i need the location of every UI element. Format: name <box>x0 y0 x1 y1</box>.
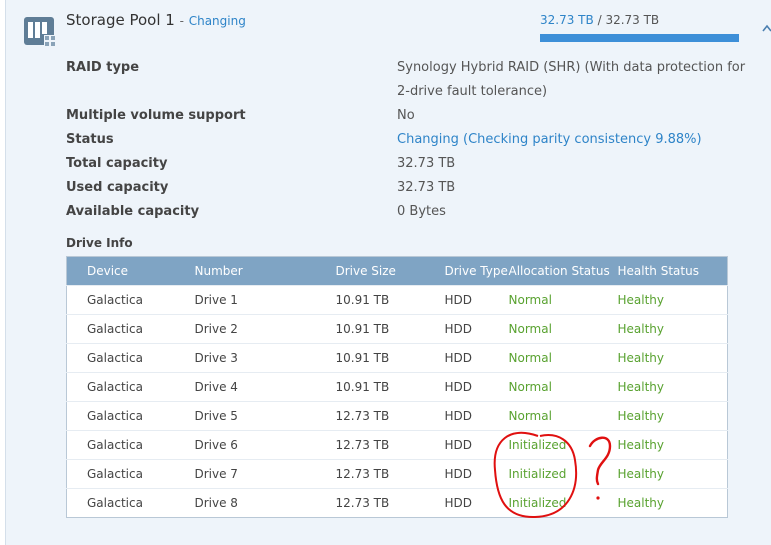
column-header-health-status[interactable]: Health Status <box>617 256 728 286</box>
raid-type-value-line2: 2-drive fault tolerance) <box>397 84 548 99</box>
table-row[interactable]: Galactica Drive 8 12.73 TB HDD Initializ… <box>66 488 728 518</box>
device-cell: Galactica <box>66 372 195 402</box>
total-capacity-value: 32.73 TB <box>397 156 456 171</box>
storage-pool-icon <box>24 17 56 47</box>
number-cell: Drive 3 <box>194 343 336 373</box>
size-cell: 12.73 TB <box>335 459 445 489</box>
device-cell: Galactica <box>66 430 195 460</box>
health-cell: Healthy <box>617 488 728 518</box>
used-capacity-label: Used capacity <box>66 180 169 195</box>
column-header-device[interactable]: Device <box>66 256 195 286</box>
table-row[interactable]: Galactica Drive 7 12.73 TB HDD Initializ… <box>66 459 728 489</box>
capacity-bar <box>540 34 739 42</box>
total-capacity-text: 32.73 TB <box>605 13 660 27</box>
type-cell: HDD <box>444 488 509 518</box>
type-cell: HDD <box>444 343 509 373</box>
type-cell: HDD <box>444 459 509 489</box>
used-capacity-value: 32.73 TB <box>397 180 456 195</box>
table-row[interactable]: Galactica Drive 6 12.73 TB HDD Initializ… <box>66 430 728 460</box>
device-cell: Galactica <box>66 401 195 431</box>
title-separator: - <box>179 14 184 28</box>
allocation-cell: Initialized <box>508 488 618 518</box>
status-value: Changing (Checking parity consistency 9.… <box>397 132 702 147</box>
raid-type-label: RAID type <box>66 60 140 75</box>
drive-info-title: Drive Info <box>66 236 133 250</box>
multi-volume-label: Multiple volume support <box>66 108 246 123</box>
health-cell: Healthy <box>617 285 728 315</box>
allocation-cell: Normal <box>508 401 618 431</box>
status-changing-link[interactable]: Changing <box>397 132 459 147</box>
device-cell: Galactica <box>66 459 195 489</box>
size-cell: 12.73 TB <box>335 430 445 460</box>
table-row[interactable]: Galactica Drive 5 12.73 TB HDD Normal He… <box>66 401 728 431</box>
type-cell: HDD <box>444 401 509 431</box>
column-header-number[interactable]: Number <box>194 256 336 286</box>
status-label: Status <box>66 132 114 147</box>
size-cell: 10.91 TB <box>335 285 445 315</box>
number-cell: Drive 8 <box>194 488 336 518</box>
column-header-drive-type[interactable]: Drive Type <box>444 256 509 286</box>
type-cell: HDD <box>444 314 509 344</box>
available-capacity-label: Available capacity <box>66 204 200 219</box>
device-cell: Galactica <box>66 314 195 344</box>
device-cell: Galactica <box>66 488 195 518</box>
chevron-up-icon[interactable] <box>762 24 771 32</box>
size-cell: 12.73 TB <box>335 401 445 431</box>
available-capacity-value: 0 Bytes <box>397 204 446 219</box>
used-capacity-text: 32.73 TB <box>540 13 594 27</box>
pool-state: Changing <box>188 14 246 28</box>
storage-pool-panel: Storage Pool 1 - Changing 32.73 TB / 32.… <box>5 0 771 545</box>
table-row[interactable]: Galactica Drive 3 10.91 TB HDD Normal He… <box>66 343 728 373</box>
table-row[interactable]: Galactica Drive 4 10.91 TB HDD Normal He… <box>66 372 728 402</box>
number-cell: Drive 5 <box>194 401 336 431</box>
table-header-row: Device Number Drive Size Drive Type Allo… <box>66 256 728 286</box>
capacity-separator: / <box>597 13 602 27</box>
number-cell: Drive 6 <box>194 430 336 460</box>
health-cell: Healthy <box>617 459 728 489</box>
drive-info-table: Device Number Drive Size Drive Type Allo… <box>66 256 728 518</box>
allocation-cell: Initialized <box>508 459 618 489</box>
health-cell: Healthy <box>617 401 728 431</box>
size-cell: 10.91 TB <box>335 314 445 344</box>
health-cell: Healthy <box>617 343 728 373</box>
health-cell: Healthy <box>617 314 728 344</box>
table-row[interactable]: Galactica Drive 1 10.91 TB HDD Normal He… <box>66 285 728 315</box>
size-cell: 12.73 TB <box>335 488 445 518</box>
type-cell: HDD <box>444 372 509 402</box>
pool-name: Storage Pool 1 <box>66 11 175 29</box>
table-row[interactable]: Galactica Drive 2 10.91 TB HDD Normal He… <box>66 314 728 344</box>
type-cell: HDD <box>444 430 509 460</box>
allocation-cell: Normal <box>508 314 618 344</box>
column-header-allocation-status[interactable]: Allocation Status <box>508 256 618 286</box>
number-cell: Drive 4 <box>194 372 336 402</box>
capacity-summary: 32.73 TB / 32.73 TB <box>540 13 659 27</box>
number-cell: Drive 1 <box>194 285 336 315</box>
allocation-cell: Normal <box>508 285 618 315</box>
size-cell: 10.91 TB <box>335 343 445 373</box>
column-header-drive-size[interactable]: Drive Size <box>335 256 445 286</box>
allocation-cell: Normal <box>508 372 618 402</box>
device-cell: Galactica <box>66 285 195 315</box>
health-cell: Healthy <box>617 372 728 402</box>
total-capacity-label: Total capacity <box>66 156 168 171</box>
size-cell: 10.91 TB <box>335 372 445 402</box>
raid-type-value: Synology Hybrid RAID (SHR) (With data pr… <box>397 60 746 75</box>
multi-volume-value: No <box>397 108 415 123</box>
health-cell: Healthy <box>617 430 728 460</box>
type-cell: HDD <box>444 285 509 315</box>
number-cell: Drive 2 <box>194 314 336 344</box>
device-cell: Galactica <box>66 343 195 373</box>
status-detail-link[interactable]: (Checking parity consistency 9.88%) <box>463 132 702 147</box>
allocation-cell: Normal <box>508 343 618 373</box>
pool-title: Storage Pool 1 - Changing <box>66 11 246 29</box>
allocation-cell: Initialized <box>508 430 618 460</box>
number-cell: Drive 7 <box>194 459 336 489</box>
